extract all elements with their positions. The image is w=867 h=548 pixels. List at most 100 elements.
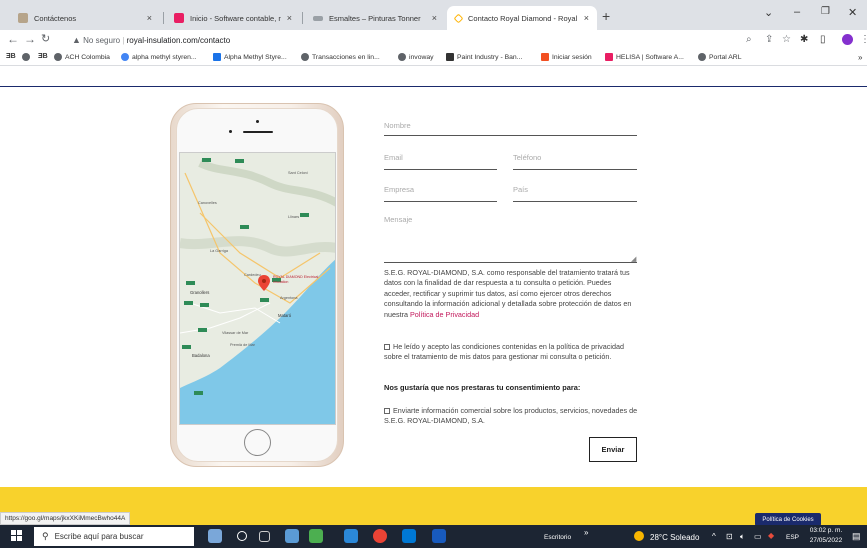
close-tab-icon[interactable]: ×	[147, 13, 152, 23]
clock-time[interactable]: 03:02 p. m.	[808, 527, 844, 534]
side-panel-icon[interactable]: ▯	[820, 34, 826, 45]
star-icon[interactable]: ☆	[782, 34, 791, 45]
reload-icon[interactable]: ↻	[41, 32, 50, 45]
marketing-label: Enviarte información comercial sobre los…	[384, 406, 638, 426]
not-secure-label: No seguro	[83, 36, 121, 45]
bookmark-invoway[interactable]: invoway	[398, 53, 434, 61]
privacy-policy-link[interactable]: Política de Privacidad	[410, 310, 479, 319]
bookmark-ach-colombia[interactable]: ACH Colombia	[54, 53, 110, 61]
tab-contactenos[interactable]: Contáctenos ×	[10, 6, 160, 30]
forward-icon[interactable]: →	[24, 32, 36, 46]
calculator-icon[interactable]	[285, 529, 299, 543]
store-icon[interactable]	[344, 529, 358, 543]
notifications-icon[interactable]: ▤	[852, 531, 861, 542]
bookmark-alpha-methyl-2[interactable]: Alpha Methyl Styre...	[213, 53, 287, 61]
globe-icon	[398, 53, 406, 61]
chrome-icon[interactable]	[373, 529, 387, 543]
empresa-field[interactable]: Empresa	[384, 185, 497, 202]
desktop-toolbar-label[interactable]: Escritorio	[544, 534, 571, 541]
tab-separator	[163, 12, 164, 24]
news-widget-icon[interactable]	[208, 529, 222, 543]
bookmark-logo-icon	[213, 53, 221, 61]
consent-checkbox[interactable]	[384, 344, 390, 350]
telefono-placeholder: Teléfono	[513, 153, 542, 162]
bookmark-alpha-methyl-1[interactable]: alpha methyl styren...	[121, 53, 197, 61]
task-view-icon[interactable]	[259, 531, 270, 542]
pais-field[interactable]: País	[513, 185, 637, 202]
search-icon: ⚲	[42, 531, 49, 541]
volume-icon[interactable]: 🔈︎	[740, 532, 745, 542]
taskbar-search-box[interactable]: ⚲ Escribe aquí para buscar	[34, 527, 194, 546]
link-status-url: https://goo.gl/maps/jkxXKiMmecBwho44A	[0, 512, 131, 525]
network-icon[interactable]: ⊡	[726, 532, 733, 541]
profile-avatar[interactable]	[842, 34, 853, 45]
new-tab-button[interactable]: +	[602, 8, 610, 24]
bookmark-paint-industry[interactable]: Paint Industry - Ban...	[446, 53, 522, 61]
toolbar-expand-icon[interactable]: »	[584, 528, 588, 537]
tab-title: Contacto Royal Diamond - Royal	[468, 13, 578, 23]
back-icon[interactable]: ←	[7, 32, 19, 46]
share-icon[interactable]: ⇪	[765, 34, 773, 45]
bookmark-shortcut-1[interactable]: ƎB	[6, 53, 16, 60]
privacy-notice: S.E.G. ROYAL-DIAMOND, S.A. como responsa…	[384, 268, 632, 319]
nombre-field[interactable]: Nombre	[384, 121, 637, 136]
map-place-label: Canovelles	[198, 201, 217, 205]
google-icon	[121, 53, 129, 61]
clock-date[interactable]: 27/05/2022	[808, 537, 844, 544]
search-placeholder: Escribe aquí para buscar	[54, 532, 144, 541]
email-field[interactable]: Email	[384, 153, 497, 170]
close-tab-icon[interactable]: ×	[287, 13, 292, 23]
close-tab-icon[interactable]: ×	[432, 13, 437, 23]
close-window-icon[interactable]: ✕	[848, 6, 857, 19]
url-bar[interactable]: ▲ No seguro | royal-insulation.com/conta…	[72, 35, 230, 45]
map-pin-label: ROYAL DIAMOND Electrical Insulation	[273, 275, 319, 284]
tab-title: Esmaltes – Pinturas Tonner	[329, 13, 421, 23]
minimize-icon[interactable]: –	[794, 6, 800, 18]
battery-icon[interactable]: ▭	[754, 532, 762, 541]
bookmark-portal-arl[interactable]: Portal ARL	[698, 53, 742, 61]
front-sensor-dot	[229, 130, 232, 133]
globe-icon	[301, 53, 309, 61]
globe-icon	[54, 53, 62, 61]
zoom-search-icon[interactable]: ⌕	[746, 34, 752, 45]
mensaje-placeholder: Mensaje	[384, 215, 413, 224]
bookmark-helisa[interactable]: HELISA | Software A...	[605, 53, 684, 61]
menu-icon[interactable]: ⋮	[860, 34, 867, 45]
restore-icon[interactable]: ❐	[821, 6, 830, 17]
language-indicator[interactable]: ESP	[786, 534, 799, 541]
windows-start-icon[interactable]	[11, 530, 23, 542]
marketing-checkbox[interactable]	[384, 408, 390, 414]
tab-esmaltes[interactable]: Esmaltes – Pinturas Tonner ×	[305, 6, 445, 30]
map-graphic	[180, 153, 335, 424]
consent-subheading: Nos gustaría que nos prestaras tu consen…	[384, 383, 581, 392]
app-icon[interactable]	[309, 529, 323, 543]
resize-handle-icon[interactable]: ◢	[631, 255, 636, 263]
tab-favicon-icon	[18, 13, 28, 23]
tab-inicio-software[interactable]: Inicio - Software contable, nómi ×	[166, 6, 300, 30]
embedded-map[interactable]: ROYAL DIAMOND Electrical Insulation Gran…	[179, 152, 336, 425]
send-button[interactable]: Enviar	[589, 437, 637, 462]
bookmark-globe-1[interactable]	[22, 53, 33, 61]
weather-text[interactable]: 28°C Soleado	[650, 533, 699, 542]
weather-sun-icon[interactable]	[634, 531, 644, 541]
close-tab-icon[interactable]: ×	[584, 13, 589, 23]
bookmark-transacciones[interactable]: Transacciones en lin...	[301, 53, 380, 61]
marketing-checkbox-row[interactable]: Enviarte información comercial sobre los…	[384, 406, 639, 427]
tab-contacto-royal-diamond[interactable]: Contacto Royal Diamond - Royal ×	[447, 6, 597, 30]
consent-checkbox-row[interactable]: He leído y acepto las condiciones conten…	[384, 342, 639, 363]
tray-chevron-icon[interactable]: ^	[712, 532, 716, 541]
cortana-icon[interactable]	[237, 531, 247, 541]
extensions-icon[interactable]: ✱	[800, 34, 808, 45]
speaker-slot	[243, 131, 273, 133]
bookmark-iniciar-sesion[interactable]: Iniciar sesión	[541, 53, 592, 61]
more-bookmarks-icon[interactable]: »	[858, 53, 862, 62]
antivirus-icon[interactable]: ◆	[768, 531, 774, 540]
mail-icon[interactable]	[402, 529, 416, 543]
map-place-label: Premià de Mar	[230, 343, 255, 347]
telefono-field[interactable]: Teléfono	[513, 153, 637, 170]
paint-industry-icon	[446, 53, 454, 61]
bookmark-shortcut-2[interactable]: ƎB	[38, 53, 48, 60]
tab-search-icon[interactable]: ⌄	[764, 6, 773, 19]
mensaje-textarea[interactable]: Mensaje	[384, 211, 637, 263]
word-icon[interactable]	[432, 529, 446, 543]
